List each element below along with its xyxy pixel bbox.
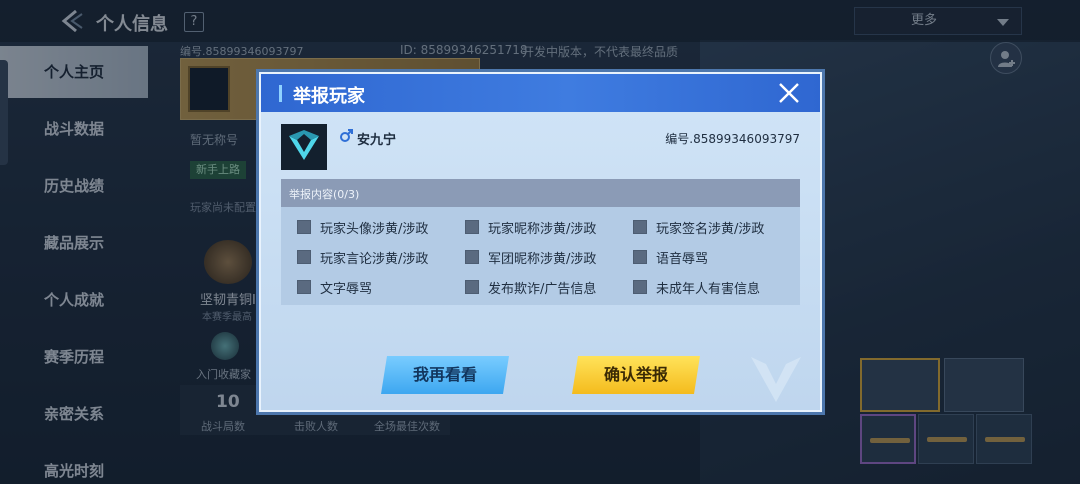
emblem-watermark-icon <box>751 357 801 402</box>
game-logo-icon <box>289 130 319 160</box>
report-player-dialog: 举报玩家 安九宁 编号.85899346093797 举报内容(0/3) 玩家头… <box>259 72 822 412</box>
title-accent-bar <box>279 85 282 102</box>
checkbox[interactable] <box>465 220 479 234</box>
report-option-label: 未成年人有害信息 <box>656 282 761 297</box>
report-option-label: 玩家签名涉黄/涉政 <box>656 222 765 237</box>
cancel-button[interactable]: 我再看看 <box>381 356 509 394</box>
male-gender-icon <box>340 129 353 142</box>
report-option-label: 玩家言论涉黄/涉政 <box>320 252 429 267</box>
dialog-title: 举报玩家 <box>293 86 365 107</box>
target-avatar <box>281 124 327 170</box>
checkbox[interactable] <box>465 250 479 264</box>
checkbox[interactable] <box>297 250 311 264</box>
target-player-number: 编号.85899346093797 <box>665 132 800 146</box>
report-reason-count: 举报内容(0/3) <box>289 188 360 201</box>
close-icon[interactable] <box>777 81 801 105</box>
report-option-label: 玩家头像涉黄/涉政 <box>320 222 429 237</box>
target-player-name: 安九宁 <box>357 133 397 148</box>
report-reason-options: 玩家头像涉黄/涉政 玩家昵称涉黄/涉政 玩家签名涉黄/涉政 玩家言论涉黄/涉政 … <box>281 207 800 305</box>
checkbox[interactable] <box>633 220 647 234</box>
report-option-label: 语音辱骂 <box>656 252 709 267</box>
checkbox[interactable] <box>465 280 479 294</box>
dialog-header: 举报玩家 <box>261 74 820 112</box>
checkbox[interactable] <box>297 220 311 234</box>
confirm-report-button[interactable]: 确认举报 <box>572 356 700 394</box>
checkbox[interactable] <box>297 280 311 294</box>
report-option-label: 发布欺诈/广告信息 <box>488 282 597 297</box>
checkbox[interactable] <box>633 280 647 294</box>
report-option-label: 军团昵称涉黄/涉政 <box>488 252 597 267</box>
checkbox[interactable] <box>633 250 647 264</box>
report-reason-header: 举报内容(0/3) <box>281 179 800 207</box>
report-option-label: 文字辱骂 <box>320 282 373 297</box>
report-option-label: 玩家昵称涉黄/涉政 <box>488 222 597 237</box>
